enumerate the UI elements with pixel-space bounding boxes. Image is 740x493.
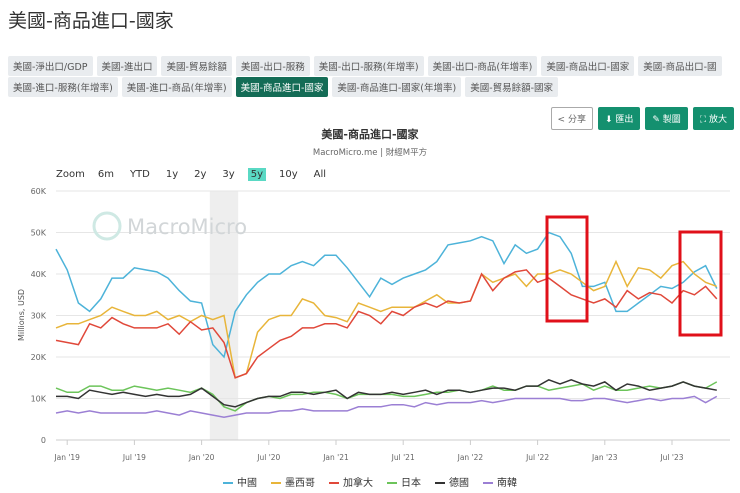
x-tick-label: Jul '23 (659, 453, 683, 462)
series-line-中國 (55, 231, 718, 359)
series-line-日本 (55, 381, 718, 412)
legend-item[interactable]: 日本 (387, 474, 421, 489)
x-tick-label: Jan '20 (188, 453, 215, 462)
x-tick-label: Jan '23 (591, 453, 618, 462)
legend-item[interactable]: 加拿大 (329, 474, 373, 489)
legend-swatch (387, 482, 397, 484)
x-tick-label: Jan '19 (53, 453, 80, 462)
legend-item[interactable]: 德國 (435, 474, 469, 489)
x-tick-label: Jan '22 (457, 453, 484, 462)
y-axis-label: Millions, USD (17, 289, 26, 341)
legend-swatch (329, 482, 339, 484)
watermark-logo-icon (92, 211, 122, 241)
legend-swatch (483, 482, 493, 484)
y-tick-label: 20K (31, 353, 47, 362)
y-tick-label: 50K (31, 229, 47, 238)
line-chart: 0 10K 20K 30K 40K 50K 60K Jan '19 Jul '19 Jan '20… (17, 187, 730, 462)
x-tick-label: Jan '21 (322, 453, 349, 462)
watermark: MacroMicro (127, 215, 247, 239)
legend-item[interactable]: 中國 (223, 474, 257, 489)
x-tick-label: Jul '22 (525, 453, 549, 462)
legend-swatch (435, 482, 445, 484)
y-tick-label: 60K (31, 187, 47, 196)
legend-swatch (223, 482, 233, 484)
legend-swatch (271, 482, 281, 484)
x-tick-label: Jul '21 (391, 453, 415, 462)
y-tick-label: 10K (31, 395, 47, 404)
series-line-墨西哥 (55, 259, 718, 379)
x-tick-label: Jul '19 (122, 453, 146, 462)
series-line-德國 (56, 378, 717, 408)
y-tick-label: 0 (41, 436, 46, 445)
legend-item[interactable]: 墨西哥 (271, 474, 315, 489)
legend: 中國 墨西哥 加拿大 日本 德國 南韓 (0, 474, 740, 489)
y-tick-label: 30K (31, 312, 47, 321)
x-tick-label: Jul '20 (256, 453, 280, 462)
series-line-加拿大 (55, 269, 718, 379)
y-tick-label: 40K (31, 270, 47, 279)
legend-item[interactable]: 南韓 (483, 474, 517, 489)
series-line-南韓 (55, 395, 718, 418)
